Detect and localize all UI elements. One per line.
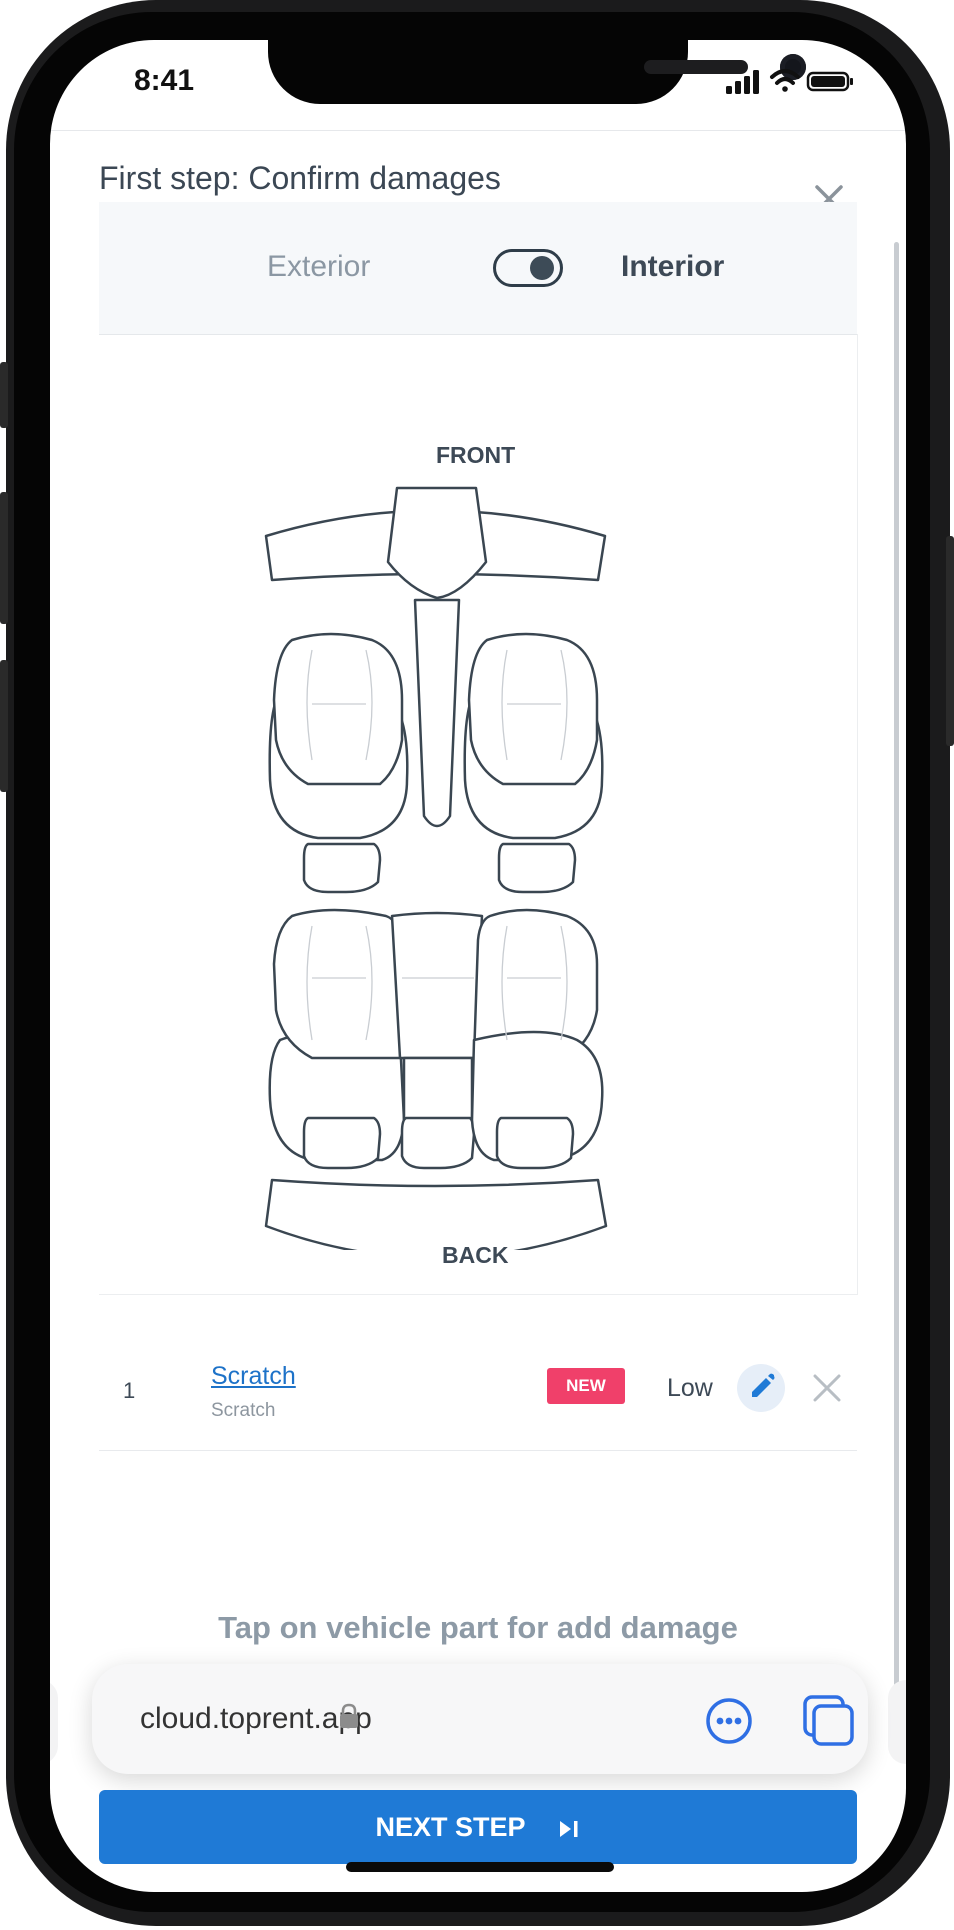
damage-list-item: 1 Scratch Scratch NEW Low [99,1330,857,1451]
center-tunnel[interactable] [413,598,461,828]
more-options-button[interactable] [704,1696,754,1746]
edit-damage-button[interactable] [737,1364,785,1412]
exterior-label[interactable]: Exterior [267,250,370,284]
front-right-headrest[interactable] [497,842,577,894]
status-icons-svg [726,69,853,94]
remove-damage-button[interactable] [811,1372,843,1404]
ellipsis-icon [706,1698,752,1744]
skip-next-icon [559,1820,578,1837]
interior-diagram [264,486,608,1250]
rear-left-seat-back[interactable] [272,908,406,1060]
trunk[interactable] [264,1178,608,1250]
browser-address-bar[interactable]: cloud.toprent.app [92,1664,868,1774]
damage-level: Low [667,1374,713,1402]
signal-icon [726,70,759,94]
lock-icon [340,1703,358,1728]
wifi-icon [770,69,800,92]
view-toggle-panel: Exterior Interior [99,202,857,335]
rear-center-headrest[interactable] [400,1116,476,1170]
previous-tab-stub [50,1680,58,1764]
view-toggle-switch[interactable] [493,249,563,287]
statusbar-divider [50,130,906,131]
volume-down-button [0,660,8,792]
rear-left-headrest[interactable] [302,1116,382,1170]
center-console-front[interactable] [386,486,488,600]
rear-center-seat-back[interactable] [390,911,484,1060]
damage-number: 1 [123,1378,136,1403]
pencil-icon [752,1373,775,1397]
next-step-button[interactable]: NEXT STEP [99,1790,857,1864]
add-damage-hint: Tap on vehicle part for add damage [218,1610,738,1645]
front-label: FRONT [436,442,516,468]
power-button [946,536,954,746]
close-icon [813,1374,841,1402]
next-step-label: NEXT STEP [375,1812,526,1842]
rear-right-headrest[interactable] [495,1116,575,1170]
damage-subtitle: Scratch [211,1400,276,1421]
back-label: BACK [442,1242,509,1268]
notch [268,40,806,104]
modal-title: First step: Confirm damages [99,160,501,196]
front-left-seat-back[interactable] [272,632,404,786]
toggle-knob [530,256,554,280]
scrollbar[interactable] [894,242,899,1686]
status-time: 8:41 [134,64,195,97]
tabs-button[interactable] [802,1694,856,1748]
front-left-headrest[interactable] [302,842,382,894]
mute-switch [0,362,8,428]
volume-up-button [0,492,8,624]
battery-icon [806,71,853,92]
interior-label[interactable]: Interior [621,250,724,284]
front-right-seat-back[interactable] [467,632,599,786]
next-tab-stub [888,1680,906,1764]
home-indicator [346,1862,614,1872]
screen: 8:41 First step: Confirm damages Exterio… [50,40,906,1892]
new-badge: NEW [547,1368,625,1404]
status-icons [726,66,856,101]
damage-title-link[interactable]: Scratch [211,1362,296,1391]
tabs-icon [803,1695,854,1746]
